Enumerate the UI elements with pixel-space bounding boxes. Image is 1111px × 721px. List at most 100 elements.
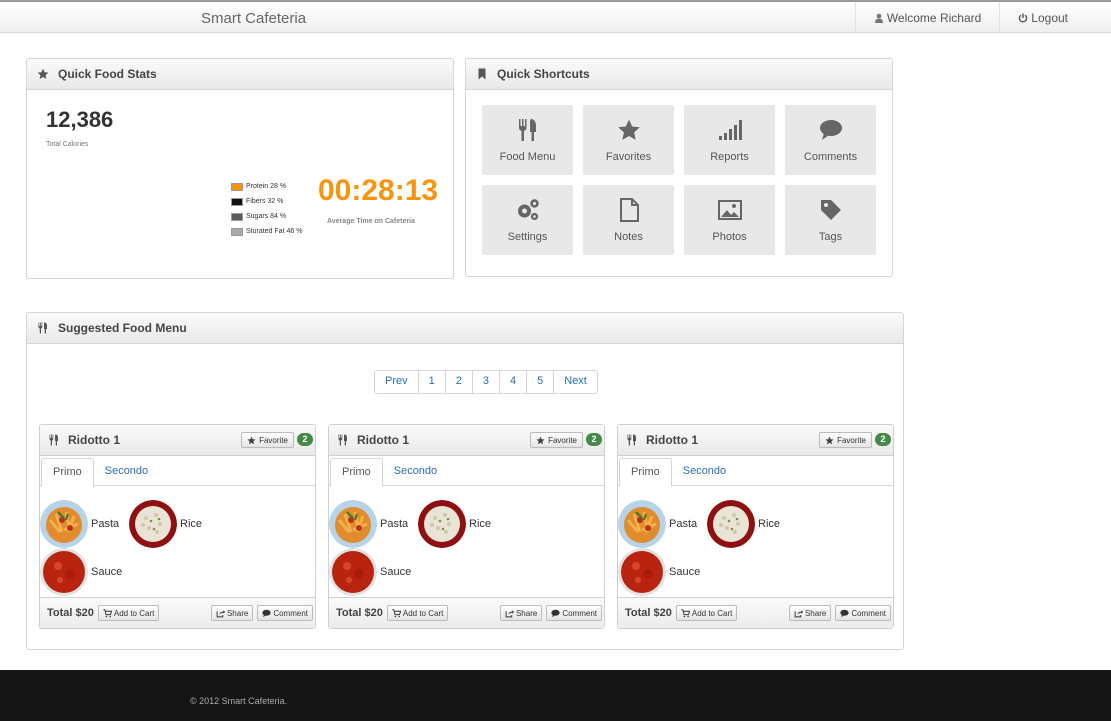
shortcut-reports[interactable]: Reports (684, 105, 775, 175)
rice-image (129, 500, 177, 548)
document-icon (619, 197, 639, 222)
rice-image (418, 500, 466, 548)
food-label: Sauce (380, 566, 412, 578)
legend-item: Fibers 32 % (231, 194, 302, 209)
legend-item: Sturated Fat 46 % (231, 224, 302, 239)
shortcut-photos[interactable]: Photos (684, 185, 775, 255)
utensils-icon (38, 322, 47, 334)
favorite-button[interactable]: Favorite (819, 432, 872, 448)
food-item-rice[interactable]: Rice (129, 500, 202, 548)
total-calories-label: Total Calories (46, 141, 89, 148)
food-item-sauce[interactable]: Sauce (40, 548, 122, 596)
share-icon (794, 609, 803, 617)
favorite-count-badge: 2 (586, 433, 602, 446)
tab-secondo[interactable]: Secondo (672, 458, 737, 486)
food-card: Ridotto 1 Favorite 2 Primo Secondo Pasta… (617, 424, 894, 629)
card-title: Ridotto 1 (357, 433, 409, 447)
add-to-cart-button[interactable]: Add to Cart (97, 605, 160, 621)
comment-button[interactable]: Comment (835, 605, 891, 621)
sauce-image (618, 548, 666, 596)
tab-primo[interactable]: Primo (619, 458, 672, 487)
food-label: Sauce (91, 566, 123, 578)
page-1[interactable]: 1 (419, 371, 446, 393)
shortcut-grid: Food Menu Favorites Reports Comments Set… (482, 105, 876, 255)
page-3[interactable]: 3 (473, 371, 500, 393)
food-item-sauce[interactable]: Sauce (618, 548, 700, 596)
rice-image (707, 500, 755, 548)
card-footer: Total $20 Add to Cart Share Comment (329, 597, 604, 628)
average-time-value: 00:28:13 (318, 174, 439, 207)
shortcut-label: Photos (712, 230, 747, 243)
widget-title: Suggested Food Menu (58, 321, 187, 335)
tab-secondo[interactable]: Secondo (94, 458, 159, 486)
welcome-label: Welcome Richard (886, 10, 982, 25)
favorite-button[interactable]: Favorite (530, 432, 583, 448)
food-label: Rice (180, 518, 203, 530)
card-title: Ridotto 1 (68, 433, 120, 447)
card-header: Ridotto 1 Favorite 2 (40, 425, 315, 456)
comment-icon (819, 119, 842, 140)
add-to-cart-button[interactable]: Add to Cart (386, 605, 449, 621)
food-item-sauce[interactable]: Sauce (329, 548, 411, 596)
shortcut-label: Settings (507, 230, 548, 243)
gears-icon (517, 198, 539, 220)
logout-label: Logout (1031, 10, 1068, 25)
food-item-pasta[interactable]: Pasta (618, 500, 697, 548)
page-4[interactable]: 4 (500, 371, 528, 393)
favorite-button[interactable]: Favorite (241, 432, 294, 448)
shortcut-comments[interactable]: Comments (785, 105, 876, 175)
total-calories-value: 12,386 (46, 107, 114, 132)
quick-shortcuts-widget: Quick Shortcuts Food Menu Favorites Repo… (465, 58, 893, 277)
utensils-icon (518, 118, 536, 141)
page-prev[interactable]: Prev (375, 371, 419, 393)
comment-button[interactable]: Comment (257, 605, 313, 621)
page-next[interactable]: Next (554, 371, 597, 393)
tab-primo[interactable]: Primo (330, 458, 383, 487)
page-5[interactable]: 5 (527, 371, 555, 393)
shortcut-settings[interactable]: Settings (482, 185, 573, 255)
comment-button[interactable]: Comment (546, 605, 602, 621)
average-time-label: Average Time on Cafeteria (327, 218, 415, 225)
card-footer: Total $20 Add to Cart Share Comment (618, 597, 893, 628)
widget-header: Quick Food Stats (27, 59, 453, 90)
food-item-rice[interactable]: Rice (418, 500, 491, 548)
navbar-right: Welcome Richard Logout (854, 2, 1111, 33)
legend-swatch (231, 197, 243, 206)
food-label: Rice (758, 518, 781, 530)
legend-label: Fibers 32 % (246, 198, 284, 205)
favorite-label: Favorite (548, 435, 577, 445)
food-item-pasta[interactable]: Pasta (40, 500, 119, 548)
comment-label: Comment (562, 608, 597, 618)
food-item-pasta[interactable]: Pasta (329, 500, 408, 548)
food-item-rice[interactable]: Rice (707, 500, 780, 548)
shortcut-tags[interactable]: Tags (785, 185, 876, 255)
course-tabs: Primo Secondo (618, 456, 893, 487)
comment-label: Comment (273, 608, 308, 618)
total-price: Total $20 (47, 607, 94, 619)
shortcut-label: Favorites (605, 150, 652, 163)
card-header: Ridotto 1 Favorite 2 (329, 425, 604, 456)
tab-secondo[interactable]: Secondo (383, 458, 448, 486)
welcome-user-link[interactable]: Welcome Richard (854, 2, 999, 33)
shortcut-label: Food Menu (499, 150, 556, 163)
shortcut-favorites[interactable]: Favorites (583, 105, 674, 175)
cart-icon (681, 608, 690, 617)
share-button[interactable]: Share (788, 605, 832, 621)
brand-title[interactable]: Smart Cafeteria (201, 10, 306, 27)
add-to-cart-button[interactable]: Add to Cart (675, 605, 738, 621)
shortcut-food-menu[interactable]: Food Menu (482, 105, 573, 175)
food-label: Pasta (91, 518, 120, 530)
widget-header: Suggested Food Menu (27, 313, 903, 344)
share-button[interactable]: Share (210, 605, 254, 621)
shortcut-notes[interactable]: Notes (583, 185, 674, 255)
legend-item: Sugars 84 % (231, 209, 302, 224)
total-price: Total $20 (625, 607, 672, 619)
utensils-icon (49, 434, 58, 446)
page-2[interactable]: 2 (446, 371, 473, 393)
logout-link[interactable]: Logout (999, 2, 1111, 33)
sauce-image (40, 548, 88, 596)
share-button[interactable]: Share (499, 605, 543, 621)
food-card: Ridotto 1 Favorite 2 Primo Secondo Pasta… (328, 424, 605, 629)
tab-primo[interactable]: Primo (41, 458, 94, 487)
share-label: Share (804, 608, 827, 618)
